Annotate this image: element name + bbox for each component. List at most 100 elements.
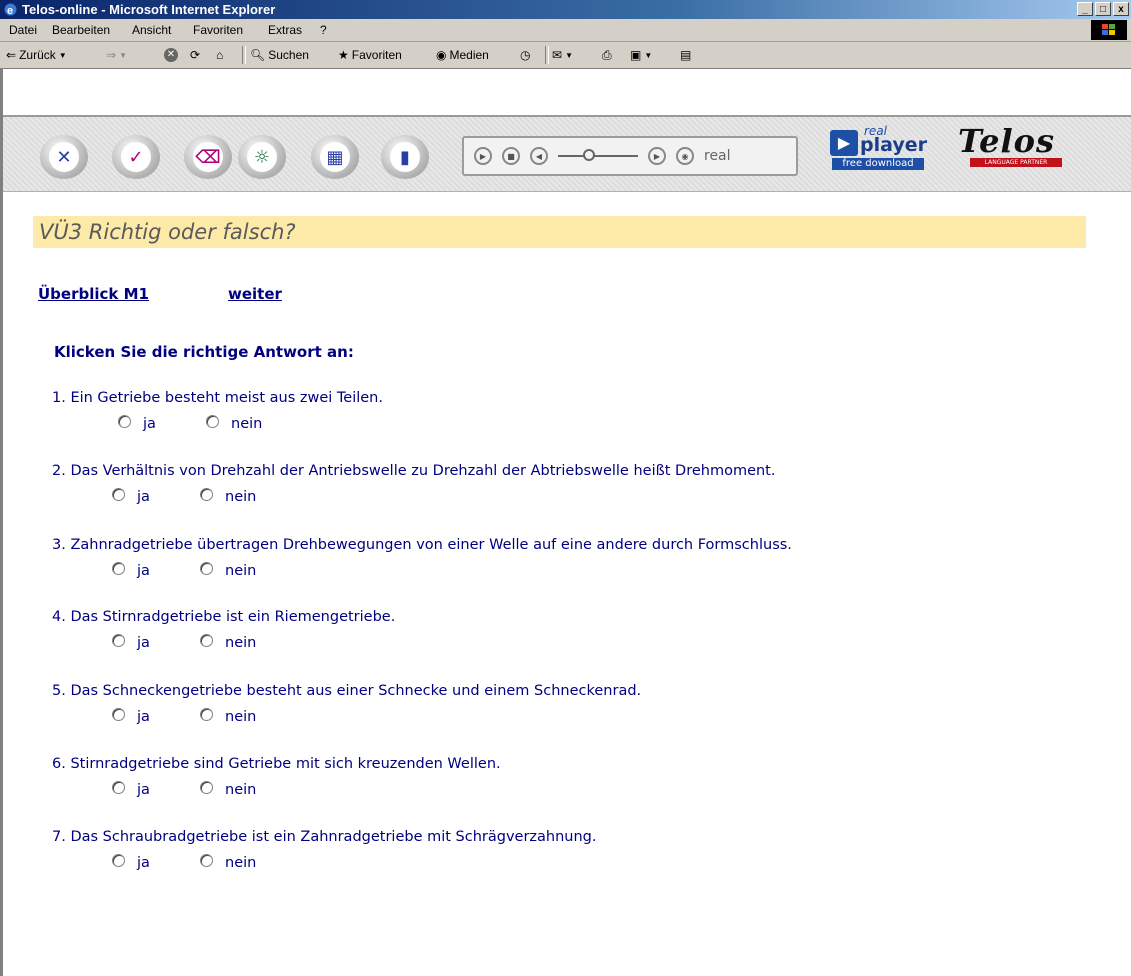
option-no[interactable]: nein [206,414,263,432]
radio-button-icon[interactable] [200,561,213,575]
rewind-icon[interactable]: ◀ [530,147,548,165]
option-no[interactable]: nein [200,707,257,725]
option-no-label: nein [225,489,257,505]
option-no[interactable]: nein [200,780,257,798]
statistics-tool-button[interactable]: ▮ [381,135,429,179]
favorites-button[interactable]: ★ Favoriten [338,46,402,64]
option-yes-label: ja [137,855,150,871]
radio-button-icon[interactable] [112,853,125,867]
media-button[interactable]: ◉ Medien [436,46,489,64]
menu-favoriten[interactable]: Favoriten [193,23,243,37]
calculator-tool-button[interactable]: ▦ [311,135,359,179]
media-icon: ◉ [436,48,447,62]
option-no-label: nein [231,416,263,432]
radio-button-icon[interactable] [200,707,213,721]
edit-icon: ▣ [630,48,642,62]
telos-logo: Telos LANGUAGE PARTNER [950,122,1068,170]
radio-button-icon[interactable] [112,707,125,721]
option-yes-label: ja [143,416,156,432]
option-no[interactable]: nein [200,633,256,651]
browser-toolbar: ⇐ Zurück ▼ ⇒ ▼ ✕ ⟳ ⌂ 🔍︎ Suchen ★ Favorit… [0,42,1131,69]
question-4: 4. Das Stirnradgetriebe ist ein Riemenge… [52,609,396,625]
radio-button-icon[interactable] [200,780,213,794]
check-tool-button[interactable]: ✓ [112,135,160,179]
realplayer-logo-main: player [860,134,927,156]
search-button[interactable]: 🔍︎ Suchen [250,46,309,64]
option-yes[interactable]: ja [112,487,150,505]
forward-button[interactable]: ⇒ ▼ [106,46,127,64]
print-icon: ⎙ [602,47,612,62]
print-button[interactable]: ⎙ [602,46,612,64]
mail-icon: ✉ [552,48,563,62]
radio-button-icon[interactable] [206,414,219,428]
option-no[interactable]: nein [200,561,256,579]
close-button[interactable]: x [1113,2,1129,16]
cancel-tool-button[interactable]: ✕ [40,135,88,179]
option-no-label: nein [225,709,257,725]
question-2: 2. Das Verhältnis von Drehzahl der Antri… [52,463,776,479]
player-brand-label: real [704,148,731,164]
radio-button-icon[interactable] [200,487,213,501]
maximize-button[interactable]: □ [1095,2,1111,16]
radio-button-icon[interactable] [112,561,125,575]
telos-logo-text: Telos [958,122,1056,160]
menu-datei[interactable]: Datei [9,23,37,37]
option-yes[interactable]: ja [118,414,156,432]
option-no[interactable]: nein [200,487,257,505]
volume-icon[interactable]: ◉ [676,147,694,165]
menu-extras[interactable]: Extras [268,23,302,37]
discuss-button[interactable]: ▤ [680,46,691,64]
menu-bearbeiten[interactable]: Bearbeiten [52,23,110,37]
realplayer-logo[interactable]: ▶ real player free download [830,124,928,170]
search-icon: 🔍︎ [250,48,266,62]
radio-button-icon[interactable] [112,487,125,501]
window-title: Telos-online - Microsoft Internet Explor… [22,2,276,17]
option-yes[interactable]: ja [112,561,150,579]
overview-link[interactable]: Überblick M1 [38,285,149,303]
back-label: Zurück [19,48,56,62]
stop-icon[interactable]: ■ [502,147,520,165]
favorites-icon: ★ [338,48,349,62]
calculator-icon: ▦ [320,142,350,172]
lightbulb-icon: ☼ [247,142,277,172]
radio-button-icon[interactable] [112,780,125,794]
home-button[interactable]: ⌂ [216,46,223,64]
stop-button[interactable]: ✕ [164,46,178,64]
eraser-tool-button[interactable]: ⌫ [184,135,232,179]
radio-button-icon[interactable] [200,853,213,867]
option-yes[interactable]: ja [112,780,150,798]
question-5: 5. Das Schneckengetriebe besteht aus ein… [52,683,642,699]
question-1: 1. Ein Getriebe besteht meist aus zwei T… [52,390,383,406]
home-icon: ⌂ [216,48,224,62]
position-slider[interactable] [558,149,638,161]
instruction-text: Klicken Sie die richtige Antwort an: [54,343,354,361]
back-button[interactable]: ⇐ Zurück ▼ [6,46,67,64]
option-yes[interactable]: ja [112,707,150,725]
next-link[interactable]: weiter [228,285,282,303]
menu-ansicht[interactable]: Ansicht [132,23,171,37]
window-title-bar: e Telos-online - Microsoft Internet Expl… [0,0,1131,19]
radio-button-icon[interactable] [200,633,213,647]
option-no-label: nein [225,782,257,798]
option-no-label: nein [225,855,257,871]
radio-button-icon[interactable] [112,633,125,647]
menu-help[interactable]: ? [320,23,327,37]
play-icon[interactable]: ▶ [474,147,492,165]
option-yes[interactable]: ja [112,633,150,651]
telos-logo-tagline: LANGUAGE PARTNER [970,158,1062,167]
mail-button[interactable]: ✉ ▼ [552,46,573,64]
question-6: 6. Stirnradgetriebe sind Getriebe mit si… [52,756,501,772]
history-button[interactable]: ◷ [520,46,530,64]
refresh-button[interactable]: ⟳ [190,46,200,64]
option-yes[interactable]: ja [112,853,150,871]
fast-forward-icon[interactable]: ▶ [648,147,666,165]
edit-button[interactable]: ▣ ▼ [630,46,652,64]
radio-button-icon[interactable] [118,414,131,428]
chevron-down-icon: ▼ [565,50,573,60]
option-no[interactable]: nein [200,853,257,871]
minimize-button[interactable]: _ [1077,2,1093,16]
page-title: VÜ3 Richtig oder falsch? [33,216,1086,248]
discuss-icon: ▤ [680,48,692,62]
hint-tool-button[interactable]: ☼ [238,135,286,179]
stop-icon: ✕ [164,48,178,62]
